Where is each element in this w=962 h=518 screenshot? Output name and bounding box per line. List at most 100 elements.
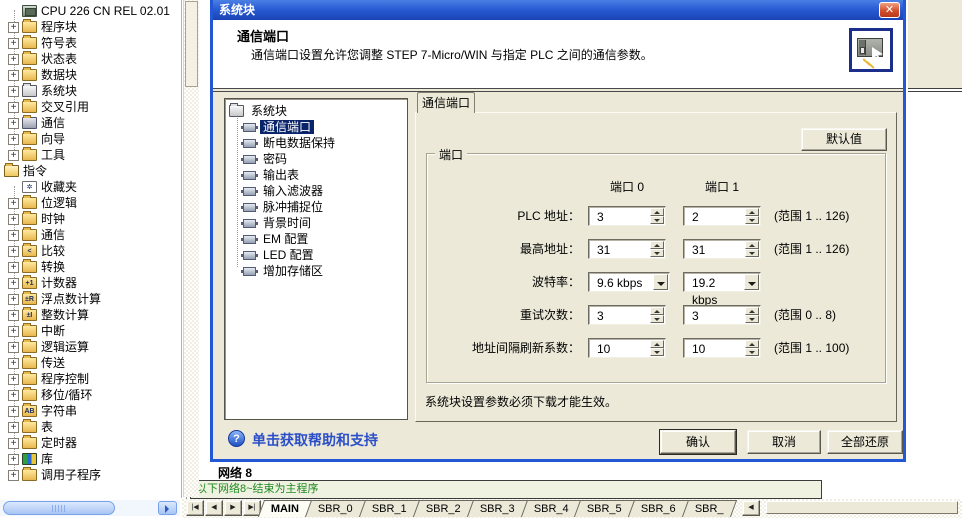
expand-icon[interactable]: + (8, 373, 19, 385)
gap-update-factor-port0-spinner[interactable]: 10 (588, 338, 666, 358)
defaults-button[interactable]: 默认值 (801, 128, 887, 151)
expand-icon[interactable]: + (8, 133, 19, 145)
tab-sbr3[interactable]: SBR_3 (466, 500, 528, 517)
expand-icon[interactable]: + (8, 69, 19, 81)
spinner-buttons[interactable] (745, 208, 759, 224)
ok-button[interactable]: 确认 (660, 430, 736, 454)
sidebar-item-program-block[interactable]: + 程序块 (0, 19, 181, 35)
retry-count-port0-spinner[interactable]: 3 (588, 305, 666, 325)
settings-item-output-table[interactable]: 输出表 (241, 167, 302, 183)
spinner-buttons[interactable] (745, 241, 759, 257)
settings-item-password[interactable]: 密码 (241, 151, 290, 167)
help-icon[interactable]: ? (228, 430, 245, 447)
sidebar-item-interrupt[interactable]: + 中断 (0, 323, 181, 339)
settings-item-increase-memory[interactable]: 增加存储区 (241, 263, 326, 279)
expand-icon[interactable]: + (8, 453, 19, 465)
expand-icon[interactable]: + (8, 245, 19, 257)
sidebar-item-compare[interactable]: + < 比较 (0, 243, 181, 259)
expand-icon[interactable]: + (8, 469, 19, 481)
tabstrip-scrollbar[interactable] (766, 501, 958, 514)
sidebar-item-string[interactable]: + AB 字符串 (0, 403, 181, 419)
sidebar-item-logical-operations[interactable]: + 逻辑运算 (0, 339, 181, 355)
network-comment-box[interactable]: 以下网络8~结束为主程序 (190, 480, 822, 499)
expand-icon[interactable]: + (8, 21, 19, 33)
tab-main[interactable]: MAIN (257, 500, 313, 517)
gap-update-factor-port1-spinner[interactable]: 10 (683, 338, 761, 358)
tab-sbr0[interactable]: SBR_0 (305, 500, 367, 517)
sidebar-item-timers[interactable]: + 定时器 (0, 435, 181, 451)
tab-first-button[interactable]: |◀ (186, 500, 204, 516)
spinner-buttons[interactable] (650, 208, 664, 224)
tabstrip-scroll-left-button[interactable]: ◀ (742, 500, 760, 516)
tree-vertical-scrollbar[interactable] (183, 0, 199, 497)
plc-address-port0-spinner[interactable]: 3 (588, 206, 666, 226)
sidebar-item-floating-point-math[interactable]: + ±R 浮点数计算 (0, 291, 181, 307)
settings-item-comm-port[interactable]: 通信端口 (241, 119, 315, 135)
settings-item-led-config[interactable]: LED 配置 (241, 247, 317, 263)
settings-item-input-filters[interactable]: 输入滤波器 (241, 183, 326, 199)
expand-icon[interactable]: + (8, 277, 19, 289)
settings-item-retentive-ranges[interactable]: 断电数据保持 (241, 135, 338, 151)
settings-item-pulse-catch[interactable]: 脉冲捕捉位 (241, 199, 326, 215)
sidebar-item-clock[interactable]: + 时钟 (0, 211, 181, 227)
plc-address-port1-spinner[interactable]: 2 (683, 206, 761, 226)
expand-icon[interactable]: + (8, 325, 19, 337)
sidebar-item-communications2[interactable]: + 通信 (0, 227, 181, 243)
scroll-right-button[interactable] (158, 501, 177, 515)
sidebar-item-call-subroutines[interactable]: + 调用子程序 (0, 467, 181, 483)
baud-rate-port0-select[interactable]: 9.6 kbps (588, 272, 670, 292)
sidebar-item-bit-logic[interactable]: + 位逻辑 (0, 195, 181, 211)
sidebar-item-symbol-table[interactable]: + 符号表 (0, 35, 181, 51)
expand-icon[interactable]: + (8, 389, 19, 401)
help-link[interactable]: 单击获取帮助和支持 (252, 430, 378, 450)
baud-rate-port1-select[interactable]: 19.2 kbps (683, 272, 761, 307)
settings-item-background-time[interactable]: 背景时间 (241, 215, 314, 231)
sidebar-item-tools[interactable]: + 工具 (0, 147, 181, 163)
sidebar-item-communications[interactable]: + 通信 (0, 115, 181, 131)
horizontal-scrollbar[interactable] (0, 500, 180, 516)
expand-icon[interactable]: + (8, 213, 19, 225)
retry-count-port1-spinner[interactable]: 3 (683, 305, 761, 325)
sidebar-item-cross-reference[interactable]: + 交叉引用 (0, 99, 181, 115)
tab-sbr2[interactable]: SBR_2 (412, 500, 474, 517)
restore-all-button[interactable]: 全部还原 (827, 430, 903, 454)
spinner-buttons[interactable] (650, 307, 664, 323)
tab-prev-button[interactable]: ◀ (205, 500, 223, 516)
expand-icon[interactable]: + (8, 357, 19, 369)
expand-icon[interactable]: + (8, 197, 19, 209)
expand-icon[interactable]: + (8, 85, 19, 97)
expand-icon[interactable]: + (8, 261, 19, 273)
sidebar-item-favorites[interactable]: ✲ 收藏夹 (0, 179, 181, 195)
spinner-buttons[interactable] (745, 340, 759, 356)
close-icon[interactable]: ✕ (879, 2, 900, 18)
expand-icon[interactable]: + (8, 149, 19, 161)
sidebar-item-move[interactable]: + 传送 (0, 355, 181, 371)
sidebar-item-shift-rotate[interactable]: + 移位/循环 (0, 387, 181, 403)
tab-next-button[interactable]: ▶ (224, 500, 242, 516)
expand-icon[interactable]: + (8, 117, 19, 129)
highest-address-port1-spinner[interactable]: 31 (683, 239, 761, 259)
expand-icon[interactable]: + (8, 405, 19, 417)
sidebar-item-wizards[interactable]: + 向导 (0, 131, 181, 147)
spinner-buttons[interactable] (650, 241, 664, 257)
dialog-titlebar[interactable]: 系统块 ✕ (213, 0, 903, 20)
sidebar-item-instructions[interactable]: 指令 (0, 163, 181, 179)
sidebar-item-integer-math[interactable]: + ±I 整数计算 (0, 307, 181, 323)
settings-tree-root[interactable]: 系统块 (229, 103, 290, 119)
spinner-buttons[interactable] (650, 340, 664, 356)
tab-sbr6[interactable]: SBR_6 (628, 500, 690, 517)
sidebar-item-cpu[interactable]: CPU 226 CN REL 02.01 (0, 3, 181, 19)
scrollbar-thumb[interactable] (3, 501, 115, 515)
sidebar-item-system-block[interactable]: + 系统块 (0, 83, 181, 99)
settings-item-em-config[interactable]: EM 配置 (241, 231, 311, 247)
cancel-button[interactable]: 取消 (747, 430, 821, 454)
expand-icon[interactable]: + (8, 293, 19, 305)
expand-icon[interactable]: + (8, 53, 19, 65)
expand-icon[interactable]: + (8, 229, 19, 241)
sidebar-item-counters[interactable]: + +1 计数器 (0, 275, 181, 291)
spinner-buttons[interactable] (745, 307, 759, 323)
expand-icon[interactable]: + (8, 101, 19, 113)
tab-sbr1[interactable]: SBR_1 (358, 500, 420, 517)
sidebar-item-table[interactable]: + 表 (0, 419, 181, 435)
scrollbar-thumb[interactable] (185, 1, 198, 87)
